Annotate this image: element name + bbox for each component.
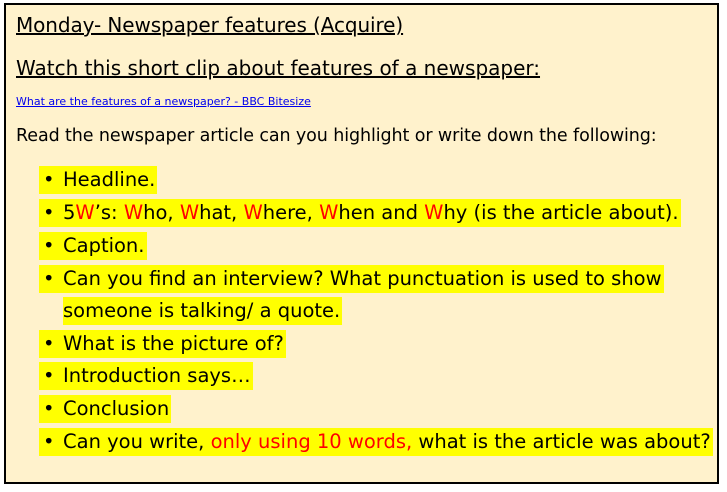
bullet-icon: • [43, 364, 55, 387]
w-letter: W [424, 201, 444, 224]
bullet-icon: • [43, 430, 55, 453]
five-ws-text: ho, [143, 201, 180, 224]
summary-part-1: Can you write, [63, 430, 211, 453]
interview-line-1: Can you find an interview? What punctuat… [63, 267, 662, 290]
bullet-icon: • [43, 267, 55, 290]
list-item-caption: • Caption. [39, 232, 147, 260]
list-item-interview: • Can you find an interview? What punctua… [39, 265, 664, 293]
bullet-icon: • [43, 201, 55, 224]
interview-line-2: someone is talking/ a quote. [63, 299, 341, 322]
w-letter: W [123, 201, 144, 224]
list-item-introduction: • Introduction says… [39, 362, 253, 390]
five-ws-text: ’s: [94, 201, 124, 224]
clip-heading: Watch this short clip about features of … [16, 56, 541, 80]
headline-label: Headline. [63, 168, 156, 191]
w-letter: W [243, 201, 263, 224]
picture-label: What is the picture of? [63, 332, 284, 355]
page-title: Monday- Newspaper features (Acquire) [16, 13, 404, 37]
five-ws-text: hat, [199, 201, 244, 224]
conclusion-label: Conclusion [63, 397, 170, 420]
five-ws-number: 5 [63, 201, 76, 224]
bullet-icon: • [43, 332, 55, 355]
instruction-text: Read the newspaper article can you highl… [16, 126, 657, 146]
list-item-conclusion: • Conclusion [39, 395, 172, 423]
five-ws-text: hen and [338, 201, 425, 224]
introduction-label: Introduction says… [63, 364, 251, 387]
list-item-interview-continued: someone is talking/ a quote. [63, 297, 343, 325]
w-letter: W [319, 201, 339, 224]
list-item-five-ws: • 5W’s: Who, What, Where, When and Why (i… [39, 199, 681, 227]
bullet-icon: • [43, 234, 55, 257]
list-item-summary: • Can you write, only using 10 words, wha… [39, 428, 713, 456]
bullet-icon: • [43, 397, 55, 420]
summary-emphasis: only using 10 words, [210, 430, 413, 453]
task-panel: Monday- Newspaper features (Acquire) Wat… [4, 3, 719, 484]
list-item-picture: • What is the picture of? [39, 330, 286, 358]
list-item-headline: • Headline. [39, 166, 158, 194]
five-ws-text: hy (is the article about). [443, 201, 679, 224]
w-letter: W [75, 201, 95, 224]
caption-label: Caption. [63, 234, 145, 257]
summary-part-3: what is the article was about? [412, 430, 711, 453]
w-letter: W [179, 201, 200, 224]
bullet-icon: • [43, 168, 55, 191]
bbc-bitesize-link[interactable]: What are the features of a newspaper? - … [16, 95, 311, 108]
five-ws-text: here, [262, 201, 320, 224]
